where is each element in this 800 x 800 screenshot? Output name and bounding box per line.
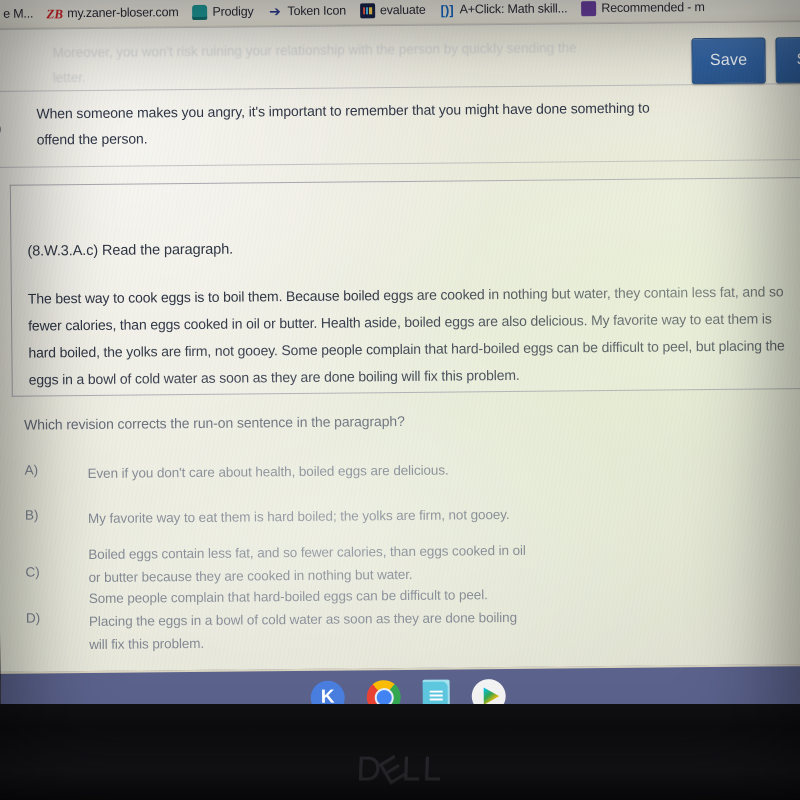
aplusclick-icon: [)] (440, 1, 454, 18)
passage-text: The best way to cook eggs is to boil the… (27, 283, 785, 388)
bookmark-label: Prodigy (212, 4, 254, 19)
bookmark-item-prodigy[interactable]: Prodigy (185, 0, 260, 23)
option-letter: B) (24, 507, 39, 523)
bookmark-item-0[interactable]: e M... (0, 2, 40, 24)
option-text: Even if you don't care about health, boi… (87, 462, 449, 482)
option-text: When someone makes you angry, it's impor… (36, 99, 650, 148)
option-letter: D) (25, 610, 41, 626)
save-button[interactable]: Save (691, 37, 766, 85)
laptop-screen-photo: e M... ZB my.zaner-bloser.com Prodigy ➔ … (0, 0, 800, 800)
chromebook-screen: e M... ZB my.zaner-bloser.com Prodigy ➔ … (0, 0, 800, 712)
option-letter: C) (25, 564, 40, 580)
option-text: Boiled eggs contain less fat, and so few… (88, 542, 526, 586)
bookmark-item-token-icon[interactable]: ➔ Token Icon (260, 0, 353, 22)
dell-logo-slash: E (372, 747, 413, 793)
bookmark-label: my.zaner-bloser.com (67, 5, 179, 21)
prodigy-icon (192, 4, 208, 20)
faded-previous-text: Moreover, you won't risk ruining your re… (52, 40, 577, 86)
bookmark-label: e M... (3, 6, 34, 21)
assignment-page: Moreover, you won't risk ruining your re… (0, 21, 800, 674)
answer-option-a[interactable]: A) Even if you don't care about health, … (24, 457, 644, 486)
answer-option-b[interactable]: B) My favorite way to eat them is hard b… (25, 502, 645, 531)
option-text: My favorite way to eat them is hard boil… (87, 506, 510, 527)
answer-option-d[interactable]: D) Some people complain that hard-boiled… (26, 582, 647, 657)
passage-card: (8.W.3.A.c) Read the paragraph. The best… (9, 177, 800, 397)
standard-code-label: (8.W.3.A.c) Read the paragraph. (27, 241, 234, 260)
bookmark-label: Token Icon (287, 3, 347, 19)
cursor-icon: ➔ (269, 3, 281, 20)
laptop-bezel: DELL (0, 704, 800, 800)
dell-logo: DELL (355, 747, 445, 793)
option-letter: D) (0, 100, 37, 136)
evaluate-icon (359, 2, 376, 18)
option-text: Some people complain that hard-boiled eg… (88, 587, 518, 653)
bookmark-item-aplusclick[interactable]: [)] A+Click: Math skill... (433, 0, 575, 21)
bookmark-item-zaner-bloser[interactable]: ZB my.zaner-bloser.com (40, 1, 186, 24)
bookmark-label: A+Click: Math skill... (459, 1, 568, 17)
option-letter: A) (24, 462, 39, 478)
bookmark-item-recommended[interactable]: Recommended - m (574, 0, 712, 19)
play-triangle-icon (483, 687, 499, 705)
divider (0, 159, 800, 168)
question-stem: Which revision corrects the run-on sente… (24, 412, 405, 433)
bookmark-item-evaluate[interactable]: evaluate (353, 0, 433, 21)
recommended-icon (581, 0, 597, 16)
previous-question-choice-d[interactable]: D) When someone makes you angry, it's im… (0, 95, 655, 153)
bookmark-label: evaluate (379, 2, 426, 18)
submit-button[interactable]: Su (775, 36, 800, 84)
bookmark-label: Recommended - m (601, 0, 705, 16)
zaner-bloser-icon: ZB (46, 5, 64, 21)
